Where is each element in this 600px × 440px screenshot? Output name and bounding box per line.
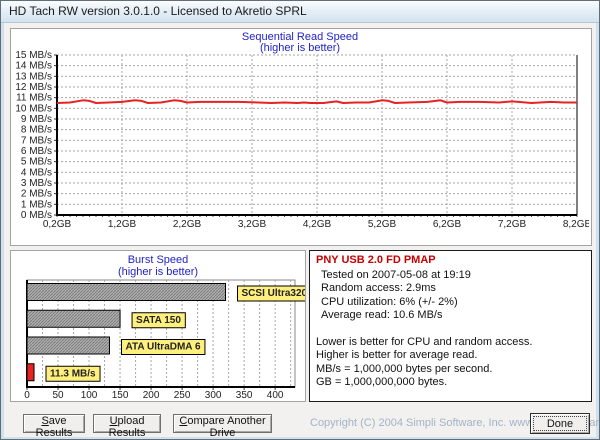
burst-bar-0 <box>26 283 227 301</box>
burst-chart-subtitle: (higher is better) <box>118 266 198 278</box>
svg-text:200: 200 <box>143 390 160 401</box>
burst-bar-label-1: SATA 150 <box>136 315 181 326</box>
svg-text:2 MB/s: 2 MB/s <box>21 189 52 200</box>
svg-text:4 MB/s: 4 MB/s <box>21 167 52 178</box>
burst-bar-label-3: 11.3 MB/s <box>50 368 96 379</box>
svg-text:7 MB/s: 7 MB/s <box>21 135 52 146</box>
burst-speed-chart-panel: Burst Speed (higher is better) 0 50 100 150 20… <box>10 250 306 402</box>
svg-text:15 MB/s: 15 MB/s <box>15 50 52 61</box>
svg-text:4,2GB: 4,2GB <box>303 219 332 230</box>
sequential-read-chart: Sequential Read Speed(higher is better)0… <box>15 31 589 230</box>
svg-text:0: 0 <box>24 390 30 401</box>
svg-text:8 MB/s: 8 MB/s <box>21 125 52 136</box>
svg-text:400: 400 <box>267 390 284 401</box>
note-line: MB/s = 1,000,000 bytes per second. <box>316 362 493 375</box>
svg-text:5 MB/s: 5 MB/s <box>21 157 52 168</box>
burst-bar-label-2: ATA UltraDMA 6 <box>126 342 201 353</box>
burst-bar-label-0: SCSI Ultra320 <box>242 288 305 299</box>
svg-text:3 MB/s: 3 MB/s <box>21 178 52 189</box>
svg-text:9 MB/s: 9 MB/s <box>21 114 52 125</box>
window-title: HD Tach RW version 3.0.1.0 - Licensed to… <box>9 4 307 18</box>
burst-chart-title: Burst Speed <box>128 254 189 266</box>
seq-chart-subtitle: (higher is better) <box>260 42 340 54</box>
burst-speed-chart: Burst Speed(higher is better) 0 50 100 150 20… <box>24 254 305 401</box>
note-line: Lower is better for CPU and random acces… <box>316 335 533 348</box>
svg-text:12 MB/s: 12 MB/s <box>15 82 52 93</box>
drive-info-panel: PNY USB 2.0 FD PMAP Tested on 2007-05-08… <box>309 250 592 402</box>
svg-text:50: 50 <box>52 390 64 401</box>
svg-text:11 MB/s: 11 MB/s <box>16 93 52 104</box>
save-results-button[interactable]: Save Results <box>23 414 85 439</box>
drive-name: PNY USB 2.0 FD PMAP <box>316 254 436 266</box>
svg-text:1,2GB: 1,2GB <box>108 219 137 230</box>
seq-grid <box>54 54 578 217</box>
svg-text:350: 350 <box>236 390 253 401</box>
svg-text:300: 300 <box>205 390 222 401</box>
svg-text:100: 100 <box>81 390 98 401</box>
tested-on-line: Tested on 2007-05-08 at 19:19 <box>321 268 471 281</box>
svg-text:10 MB/s: 10 MB/s <box>15 103 52 114</box>
svg-text:0,2GB: 0,2GB <box>43 219 72 230</box>
average-read-line: Average read: 10.6 MB/s <box>321 309 443 321</box>
app-window: HD Tach RW version 3.0.1.0 - Licensed to… <box>0 0 600 440</box>
svg-text:14 MB/s: 14 MB/s <box>15 61 52 72</box>
svg-text:1 MB/s: 1 MB/s <box>21 199 52 210</box>
svg-text:7,2GB: 7,2GB <box>498 219 527 230</box>
svg-text:8,2GB: 8,2GB <box>563 219 589 230</box>
cpu-utilization-line: CPU utilization: 6% (+/- 2%) <box>321 295 458 308</box>
title-bar[interactable]: HD Tach RW version 3.0.1.0 - Licensed to… <box>1 1 599 23</box>
svg-text:150: 150 <box>112 390 129 401</box>
svg-text:5,2GB: 5,2GB <box>368 219 397 230</box>
note-line: Higher is better for average read. <box>316 349 478 361</box>
burst-bar-2 <box>26 336 111 355</box>
upload-results-button[interactable]: Upload Results <box>93 414 161 439</box>
note-line: GB = 1,000,000,000 bytes. <box>316 376 448 388</box>
sequential-read-chart-panel: Sequential Read Speed (higher is better) 0… <box>10 28 592 246</box>
client-area: Sequential Read Speed (higher is better) 0… <box>4 23 599 439</box>
burst-bar-1 <box>26 309 121 328</box>
random-access-line: Random access: 2.9ms <box>321 282 436 294</box>
compare-another-drive-button[interactable]: Compare Another Drive <box>173 414 272 439</box>
done-button[interactable]: Done <box>530 413 590 434</box>
svg-text:250: 250 <box>174 390 191 401</box>
burst-bar-3 <box>26 363 35 382</box>
svg-text:3,2GB: 3,2GB <box>238 219 267 230</box>
svg-text:6 MB/s: 6 MB/s <box>21 146 52 157</box>
svg-text:2,2GB: 2,2GB <box>173 219 202 230</box>
svg-text:6,2GB: 6,2GB <box>433 219 462 230</box>
svg-text:13 MB/s: 13 MB/s <box>15 71 52 82</box>
